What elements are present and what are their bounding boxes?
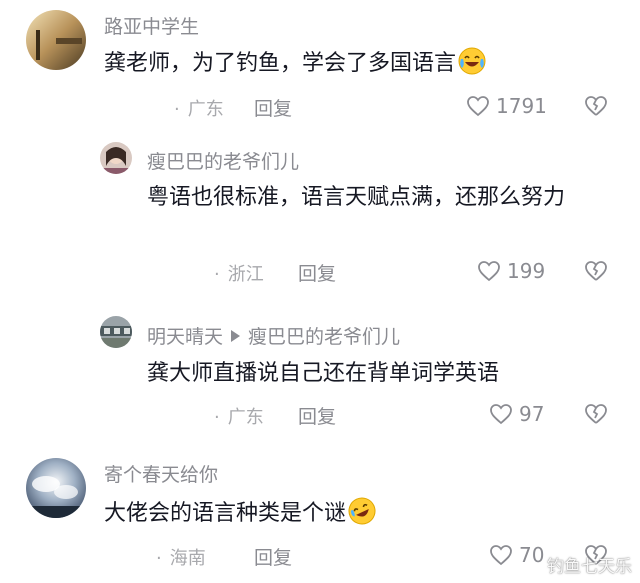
heart-outline-icon xyxy=(490,545,512,566)
reply-to-username[interactable]: 瘦巴巴的老爷们儿 xyxy=(248,326,400,348)
avatar[interactable] xyxy=(26,458,86,518)
reply-button[interactable]: 回复 xyxy=(254,543,292,570)
comment-location: · 浙江 xyxy=(214,264,264,285)
comment-username[interactable]: 明天晴天 xyxy=(147,326,223,348)
comment-location: · 广东 xyxy=(174,99,224,120)
comment-text: 粤语也很标准，语言天赋点满，还那么努力 xyxy=(147,185,566,210)
comment-item: 路亚中学生 龚老师，为了钓鱼，学会了多国语言 · 广东 回复 1791 xyxy=(0,0,640,130)
rolling-laughing-emoji-icon xyxy=(348,497,376,525)
comment-text: 龚老师，为了钓鱼，学会了多国语言 xyxy=(104,46,604,82)
dislike-button[interactable] xyxy=(584,95,608,121)
watermark: 钓鱼七天乐 xyxy=(547,557,632,577)
heart-outline-icon xyxy=(490,404,512,425)
avatar[interactable] xyxy=(100,316,132,348)
comment-location: · 海南 xyxy=(156,548,206,569)
comment-text-body: 龚老师，为了钓鱼，学会了多国语言 xyxy=(104,51,457,76)
like-button[interactable]: 70 xyxy=(489,543,544,567)
avatar[interactable] xyxy=(100,142,132,174)
comment-reply-item: 瘦巴巴的老爷们儿 粤语也很标准，语言天赋点满，还那么努力 · 浙江 回复 199 xyxy=(0,130,640,300)
avatar[interactable] xyxy=(26,10,86,70)
heart-outline-icon xyxy=(478,261,500,282)
like-count: 199 xyxy=(507,259,546,283)
comment-text-body: 大佬会的语言种类是个谜 xyxy=(104,501,347,526)
comment-location: · 广东 xyxy=(214,407,264,428)
reply-button[interactable]: 回复 xyxy=(298,259,336,286)
comment-text: 大佬会的语言种类是个谜 xyxy=(104,496,604,532)
comment-reply-item: 明天晴天 瘦巴巴的老爷们儿 龚大师直播说自己还在背单词学英语 · 广东 回复 97 xyxy=(0,300,640,440)
broken-heart-icon xyxy=(585,96,607,116)
like-button[interactable]: 1791 xyxy=(466,94,547,118)
comment-text: 龚大师直播说自己还在背单词学英语 xyxy=(147,361,500,386)
reply-button[interactable]: 回复 xyxy=(254,94,292,121)
dislike-button[interactable] xyxy=(584,260,608,286)
broken-heart-icon xyxy=(585,404,607,424)
reply-button[interactable]: 回复 xyxy=(298,402,336,429)
like-button[interactable]: 97 xyxy=(489,402,544,426)
like-count: 1791 xyxy=(496,94,547,118)
like-count: 97 xyxy=(519,402,545,426)
broken-heart-icon xyxy=(585,261,607,281)
comment-username[interactable]: 寄个春天给你 xyxy=(104,460,218,487)
comment-item: 寄个春天给你 大佬会的语言种类是个谜 · 海南 回复 70 xyxy=(0,448,640,583)
like-count: 70 xyxy=(519,543,545,567)
heart-outline-icon xyxy=(467,96,489,117)
dislike-button[interactable] xyxy=(584,403,608,429)
like-button[interactable]: 199 xyxy=(477,259,545,283)
comment-username[interactable]: 路亚中学生 xyxy=(104,12,199,39)
reply-thread-header: 明天晴天 瘦巴巴的老爷们儿 xyxy=(147,322,400,349)
reply-arrow-icon xyxy=(231,330,241,342)
comment-username[interactable]: 瘦巴巴的老爷们儿 xyxy=(147,147,299,174)
laughing-crying-emoji-icon xyxy=(458,47,486,75)
